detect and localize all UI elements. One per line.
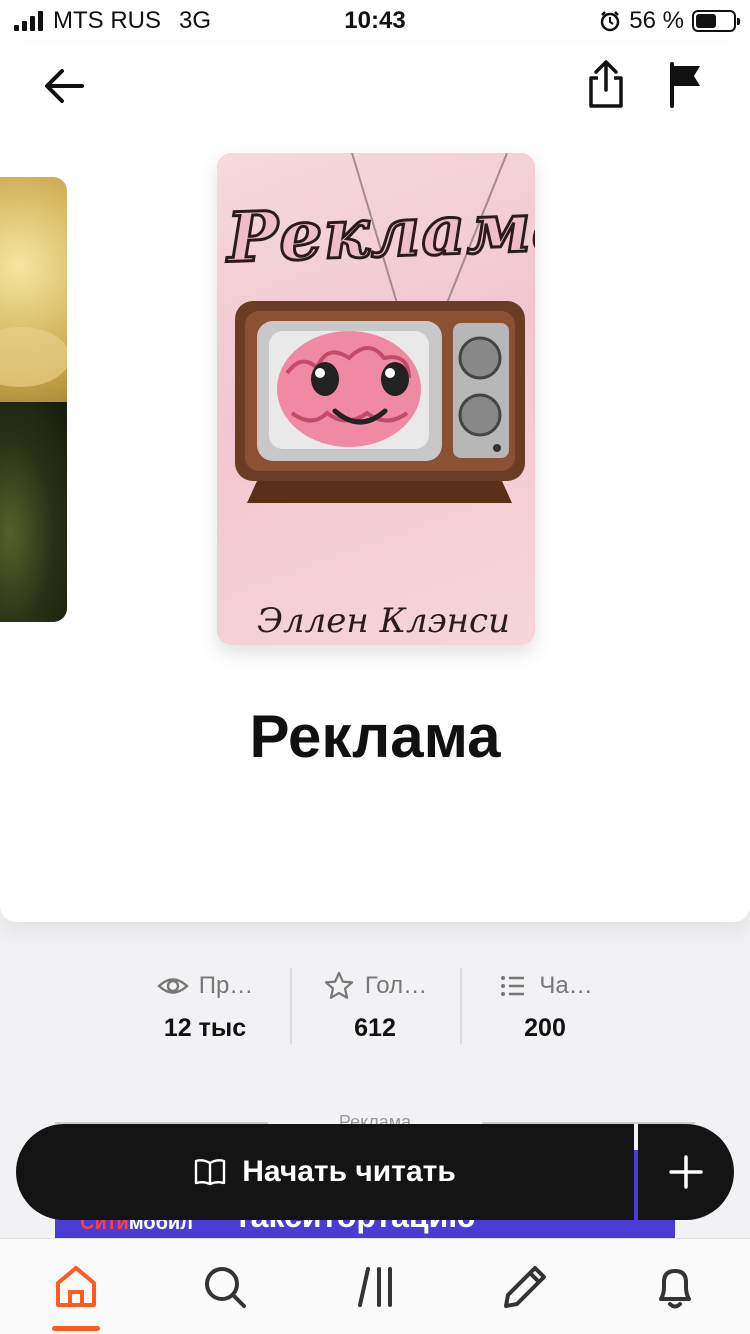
alarm-icon	[601, 11, 620, 32]
battery-percent: 56 %	[629, 7, 684, 34]
stat-label: Гол…	[364, 972, 428, 999]
start-reading-button[interactable]: Начать читать	[16, 1124, 634, 1220]
battery-icon	[692, 10, 740, 32]
active-tab-indicator	[52, 1326, 100, 1331]
share-icon[interactable]	[583, 58, 629, 110]
eye-icon	[156, 978, 189, 994]
book-cover[interactable]: Реклама Эллен Клэнси	[217, 153, 535, 645]
stat-value: 12 тыс	[163, 1014, 247, 1042]
book-title: Реклама	[249, 703, 501, 770]
book-stats: Пр… 12 тыс Гол… 612 Ча… 200	[120, 968, 630, 1044]
cover-title: Реклама	[224, 185, 535, 280]
pencil-icon[interactable]	[501, 1263, 549, 1311]
book-open-icon	[195, 1159, 226, 1186]
stat-chapters: Ча… 200	[460, 968, 630, 1044]
stat-label: Пр…	[198, 972, 254, 999]
flag-icon[interactable]	[666, 60, 706, 108]
star-icon	[324, 971, 353, 999]
bell-icon[interactable]	[651, 1263, 699, 1311]
plus-icon	[669, 1155, 703, 1189]
stat-views: Пр… 12 тыс	[120, 968, 290, 1044]
cover-author: Эллен Клэнси	[257, 601, 510, 641]
book-header-card: Реклама Эллен Клэнси Реклама	[0, 42, 750, 922]
stat-label: Ча…	[539, 972, 593, 999]
tab-bar	[0, 1238, 750, 1334]
list-icon	[501, 976, 525, 996]
back-arrow-icon[interactable]	[40, 62, 88, 110]
home-icon[interactable]	[52, 1263, 100, 1311]
start-reading-label: Начать читать	[242, 1155, 456, 1188]
stat-votes: Гол… 612	[290, 968, 460, 1044]
stat-value: 200	[524, 1014, 566, 1042]
previous-book-cover[interactable]	[0, 177, 67, 622]
add-to-library-button[interactable]	[638, 1124, 734, 1220]
stat-value: 612	[354, 1014, 396, 1042]
search-icon[interactable]	[201, 1263, 249, 1311]
library-icon[interactable]	[352, 1263, 400, 1311]
status-bar: MTS RUS 3G 10:43 56 %	[0, 0, 750, 42]
